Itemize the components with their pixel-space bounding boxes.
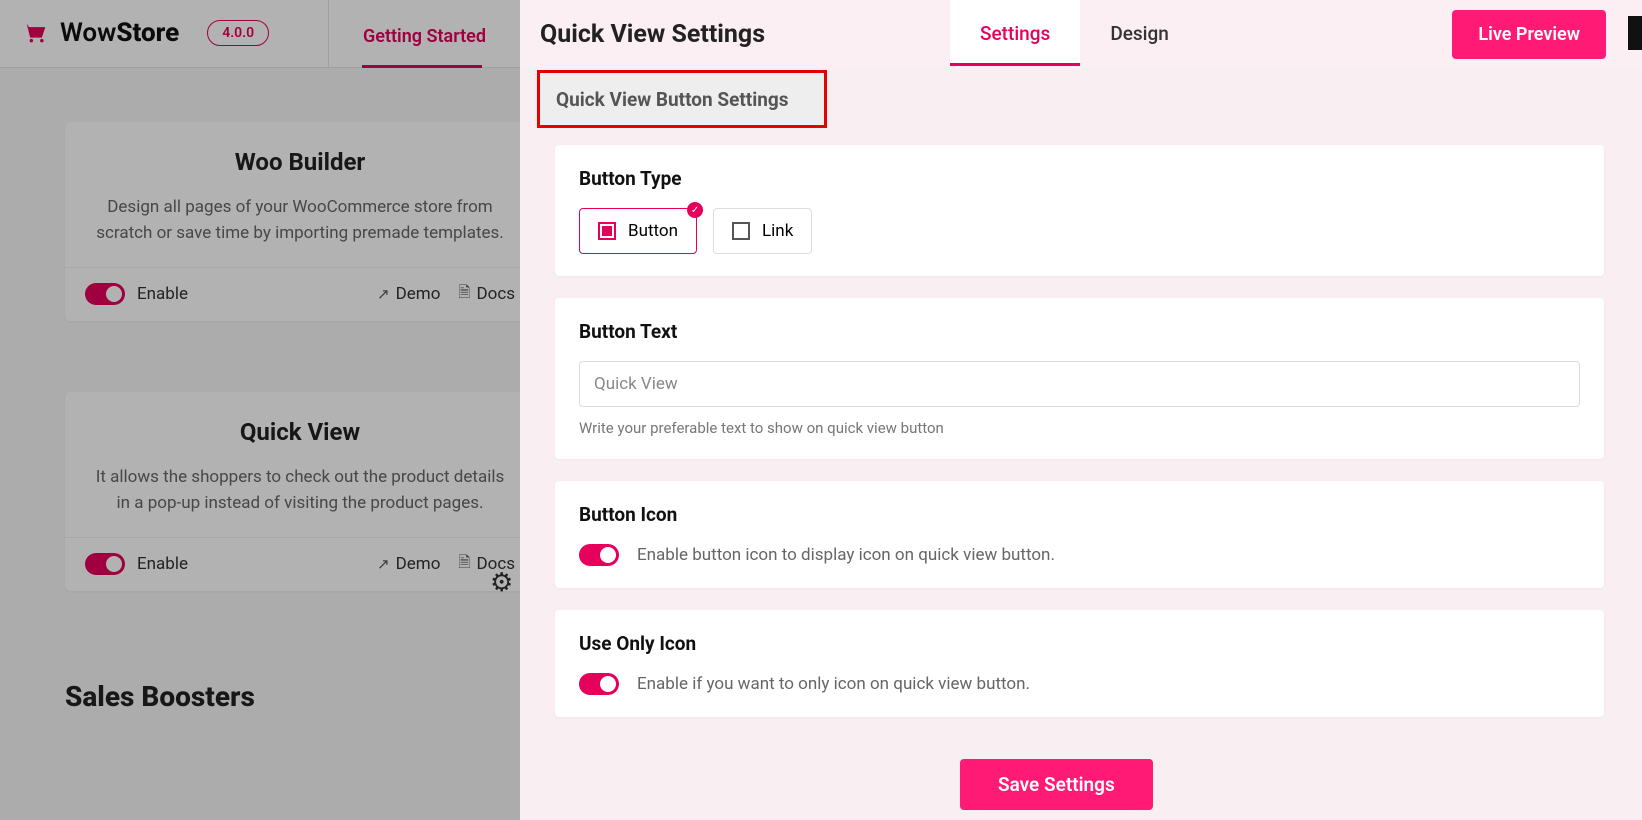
button-type-label: Button Type — [579, 167, 1580, 190]
button-text-label: Button Text — [579, 320, 1580, 343]
button-icon-toggle[interactable] — [579, 544, 619, 566]
modal-backdrop — [0, 0, 520, 820]
tab-settings[interactable]: Settings — [950, 0, 1080, 66]
menu-icon[interactable] — [1628, 16, 1642, 50]
save-settings-button[interactable]: Save Settings — [960, 759, 1153, 810]
only-icon-toggle[interactable] — [579, 673, 619, 695]
button-type-option-button[interactable]: Button ✓ — [579, 208, 697, 254]
only-icon-desc: Enable if you want to only icon on quick… — [637, 674, 1030, 694]
button-icon-desc: Enable button icon to display icon on qu… — [637, 545, 1055, 565]
check-icon: ✓ — [687, 202, 703, 218]
button-text-help: Write your preferable text to show on qu… — [579, 419, 1580, 437]
radio-icon — [732, 222, 750, 240]
panel-title: Quick View Settings — [540, 20, 765, 49]
settings-panel: Quick View Settings Settings Design Live… — [520, 0, 1642, 820]
button-text-input[interactable] — [579, 361, 1580, 407]
accordion-header[interactable]: Quick View Button Settings — [537, 70, 827, 128]
tab-design[interactable]: Design — [1080, 0, 1199, 66]
only-icon-label: Use Only Icon — [579, 632, 1580, 655]
live-preview-button[interactable]: Live Preview — [1452, 10, 1606, 59]
accordion-title: Quick View Button Settings — [556, 88, 789, 111]
button-icon-label: Button Icon — [579, 503, 1580, 526]
radio-icon — [598, 222, 616, 240]
button-type-option-link[interactable]: Link — [713, 208, 812, 254]
